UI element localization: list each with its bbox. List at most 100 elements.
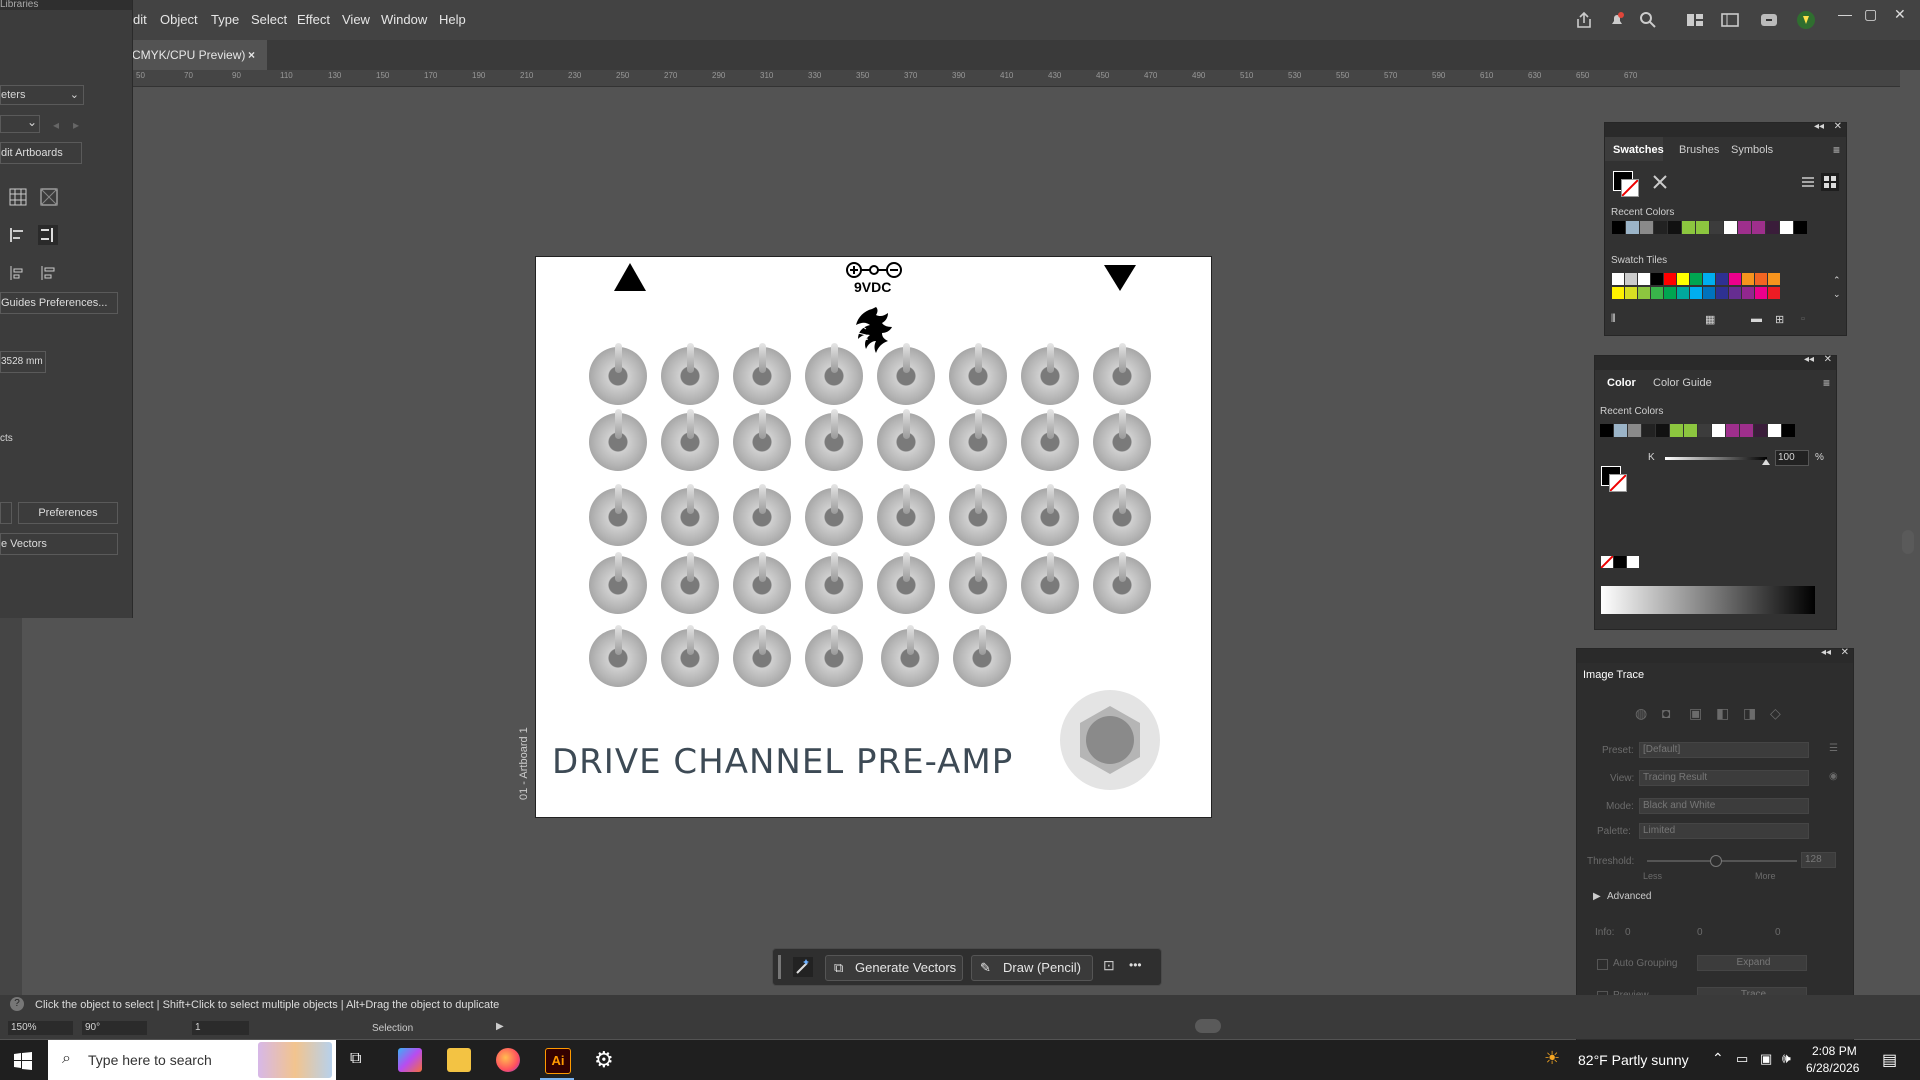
color-swatch[interactable]	[1600, 424, 1613, 437]
color-swatch[interactable]	[1642, 424, 1655, 437]
notification-bell-icon[interactable]	[1607, 10, 1627, 30]
firefox-icon[interactable]	[496, 1048, 520, 1072]
color-swatch[interactable]	[1690, 273, 1702, 285]
expand-button[interactable]: Expand	[1697, 955, 1807, 971]
scroll-up-icon[interactable]: ⌃	[1833, 275, 1841, 286]
clock-date[interactable]: 6/28/2026	[1806, 1061, 1859, 1075]
color-swatch[interactable]	[1703, 287, 1715, 299]
color-swatch[interactable]	[1651, 287, 1663, 299]
pixel-grid-icon[interactable]	[40, 188, 58, 206]
menu-edit[interactable]: dit	[133, 12, 147, 27]
workspace-layout-icon[interactable]	[1685, 10, 1705, 30]
minimize-icon[interactable]: —	[1838, 6, 1852, 22]
color-swatch[interactable]	[1729, 273, 1741, 285]
color-swatch[interactable]	[1740, 424, 1753, 437]
color-swatch[interactable]	[1754, 424, 1767, 437]
image-options-icon[interactable]: ⊡	[1103, 957, 1115, 974]
color-swatch[interactable]	[1710, 221, 1723, 234]
color-swatch[interactable]	[1726, 424, 1739, 437]
color-swatch[interactable]	[1626, 221, 1639, 234]
preferences-button[interactable]: Preferences	[18, 502, 118, 524]
weather-text[interactable]: 82°F Partly sunny	[1578, 1052, 1689, 1068]
color-swatch[interactable]	[1724, 221, 1737, 234]
menu-window[interactable]: Window	[381, 12, 427, 27]
color-swatch[interactable]	[1738, 221, 1751, 234]
share-icon[interactable]	[1574, 10, 1594, 30]
settings-gear-icon[interactable]: ⚙	[594, 1047, 614, 1073]
artboard-number-select[interactable]: 1	[192, 1021, 249, 1035]
grid-icon[interactable]	[9, 188, 27, 206]
prev-artboard-icon[interactable]: ◂	[53, 118, 59, 132]
zoom-select[interactable]: 150%	[8, 1021, 73, 1035]
panel-header[interactable]: ◂◂ ✕	[1605, 121, 1846, 137]
show-hidden-icons[interactable]: ⌃	[1712, 1050, 1724, 1067]
vertical-ruler[interactable]	[0, 618, 22, 998]
color-swatch[interactable]	[1752, 221, 1765, 234]
meet-now-icon[interactable]: ▭	[1736, 1051, 1748, 1067]
artboard-select[interactable]: ⌄	[0, 115, 40, 133]
menu-select[interactable]: Select	[251, 12, 287, 27]
distribute-right-icon[interactable]	[40, 264, 58, 282]
color-swatch[interactable]	[1742, 287, 1754, 299]
advanced-label[interactable]: Advanced	[1607, 891, 1651, 902]
high-color-icon[interactable]: ◘	[1662, 705, 1670, 721]
document-tab[interactable]: CMYK/CPU Preview) ×	[130, 40, 267, 70]
color-spectrum[interactable]	[1601, 586, 1815, 614]
stroke-swatch[interactable]	[1621, 179, 1639, 197]
stroke-swatch[interactable]	[1609, 474, 1627, 492]
new-folder-icon[interactable]: ▬	[1751, 313, 1762, 325]
grayscale-icon[interactable]: ◧	[1716, 705, 1729, 722]
color-swatch[interactable]	[1794, 221, 1807, 234]
panel-header[interactable]: ◂◂ ✕	[1595, 354, 1836, 370]
menu-help[interactable]: Help	[439, 12, 466, 27]
weather-icon[interactable]: ☀	[1544, 1048, 1560, 1069]
measurement-field[interactable]: 3528 mm	[0, 351, 46, 373]
color-swatch[interactable]	[1782, 424, 1795, 437]
low-color-icon[interactable]: ▣	[1689, 705, 1702, 722]
menu-object[interactable]: Object	[160, 12, 198, 27]
next-artboard-icon[interactable]: ▸	[73, 118, 79, 132]
menu-view[interactable]: View	[342, 12, 370, 27]
close-panel-icon[interactable]: ✕	[1824, 354, 1832, 365]
scroll-down-icon[interactable]: ⌄	[1833, 289, 1841, 300]
white-swatch[interactable]	[1627, 556, 1639, 568]
user-avatar-icon[interactable]	[1796, 10, 1816, 30]
k-slider[interactable]	[1665, 457, 1767, 460]
help-icon[interactable]: ?	[10, 997, 24, 1011]
color-swatch[interactable]	[1638, 287, 1650, 299]
copilot-icon[interactable]	[398, 1048, 422, 1072]
color-swatch[interactable]	[1612, 287, 1624, 299]
task-view-icon[interactable]: ⧉	[350, 1050, 361, 1068]
outline-icon[interactable]: ◇	[1770, 705, 1781, 722]
notification-center-icon[interactable]: ▤	[1882, 1050, 1897, 1070]
tab-brushes[interactable]: Brushes	[1679, 144, 1719, 156]
tab-color-guide[interactable]: Color Guide	[1653, 377, 1712, 389]
cloud-sync-icon[interactable]	[1759, 10, 1779, 30]
color-swatch[interactable]	[1654, 221, 1667, 234]
more-options-icon[interactable]: •••	[1129, 958, 1142, 972]
menu-effect[interactable]: Effect	[297, 12, 330, 27]
search-icon[interactable]	[1638, 10, 1658, 30]
color-swatch[interactable]	[1729, 287, 1741, 299]
color-swatch[interactable]	[1656, 424, 1669, 437]
draw-pencil-button[interactable]: ✎ Draw (Pencil)	[971, 955, 1093, 981]
horizontal-scrollbar[interactable]	[1195, 1019, 1221, 1033]
status-menu-icon[interactable]: ▶	[496, 1021, 504, 1032]
new-swatch-icon[interactable]: ⊞	[1775, 313, 1784, 326]
black-white-icon[interactable]: ◨	[1743, 705, 1756, 722]
color-swatch[interactable]	[1712, 424, 1725, 437]
color-swatch[interactable]	[1670, 424, 1683, 437]
color-swatch[interactable]	[1677, 287, 1689, 299]
panel-toggle-icon[interactable]	[1720, 10, 1740, 30]
library-menu-icon[interactable]: ⫴	[1611, 313, 1616, 326]
parameters-dropdown[interactable]: eters ⌄	[0, 85, 84, 105]
threshold-field[interactable]: 128	[1801, 852, 1836, 868]
color-swatch[interactable]	[1677, 273, 1689, 285]
color-swatch[interactable]	[1742, 273, 1754, 285]
color-swatch[interactable]	[1766, 221, 1779, 234]
tab-symbols[interactable]: Symbols	[1731, 144, 1773, 156]
color-swatch[interactable]	[1768, 273, 1780, 285]
file-explorer-icon[interactable]	[447, 1048, 471, 1072]
artboard[interactable]: 9VDC DRIVE CHANNEL PRE-AMP	[536, 257, 1211, 817]
close-panel-icon[interactable]: ✕	[1841, 647, 1849, 658]
